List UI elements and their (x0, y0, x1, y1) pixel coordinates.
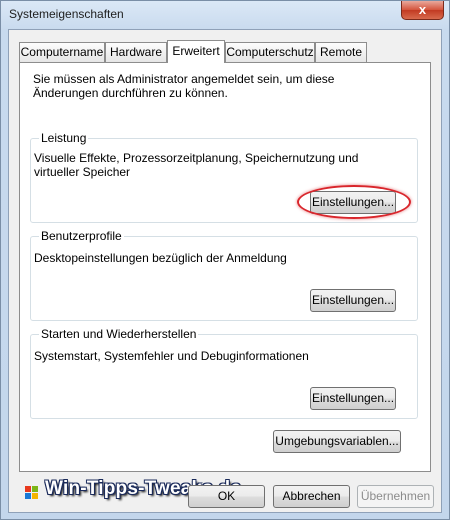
ok-button[interactable]: OK (188, 485, 265, 508)
group-performance-title: Leistung (39, 131, 89, 145)
environment-variables-button[interactable]: Umgebungsvariablen... (273, 430, 401, 453)
apply-button[interactable]: Übernehmen (357, 485, 434, 508)
tab-remote[interactable]: Remote (315, 42, 367, 62)
highlight-ellipse (297, 185, 411, 219)
tab-panel-erweitert: Sie müssen als Administrator angemeldet … (19, 62, 431, 472)
group-user-profiles-title: Benutzerprofile (39, 229, 124, 243)
window-title: Systemeigenschaften (9, 7, 124, 21)
user-profiles-description: Desktopeinstellungen bezüglich der Anmel… (34, 251, 287, 265)
group-startup-recovery-title: Starten und Wiederherstellen (39, 327, 199, 341)
startup-recovery-description: Systemstart, Systemfehler und Debuginfor… (34, 349, 309, 363)
performance-description: Visuelle Effekte, Prozessorzeitplanung, … (34, 151, 359, 179)
admin-note: Sie müssen als Administrator angemeldet … (33, 72, 335, 100)
tab-computerschutz[interactable]: Computerschutz (225, 42, 315, 62)
tab-computername[interactable]: Computername (19, 42, 105, 62)
group-startup-recovery: Starten und Wiederherstellen Systemstart… (30, 327, 418, 419)
user-profiles-settings-button[interactable]: Einstellungen... (310, 289, 396, 312)
close-button[interactable]: x (401, 1, 444, 20)
group-performance: Leistung Visuelle Effekte, Prozessorzeit… (30, 131, 418, 223)
dialog-body: Computername Hardware Erweitert Computer… (8, 29, 442, 513)
system-properties-window: Systemeigenschaften x Computername Hardw… (0, 0, 450, 520)
tab-erweitert[interactable]: Erweitert (167, 40, 225, 63)
startup-recovery-settings-button[interactable]: Einstellungen... (310, 387, 396, 410)
tab-hardware[interactable]: Hardware (105, 42, 167, 62)
windows-flag-icon (25, 486, 38, 499)
cancel-button[interactable]: Abbrechen (273, 485, 350, 508)
title-bar[interactable]: Systemeigenschaften x (1, 1, 449, 29)
group-user-profiles: Benutzerprofile Desktopeinstellungen bez… (30, 229, 418, 321)
